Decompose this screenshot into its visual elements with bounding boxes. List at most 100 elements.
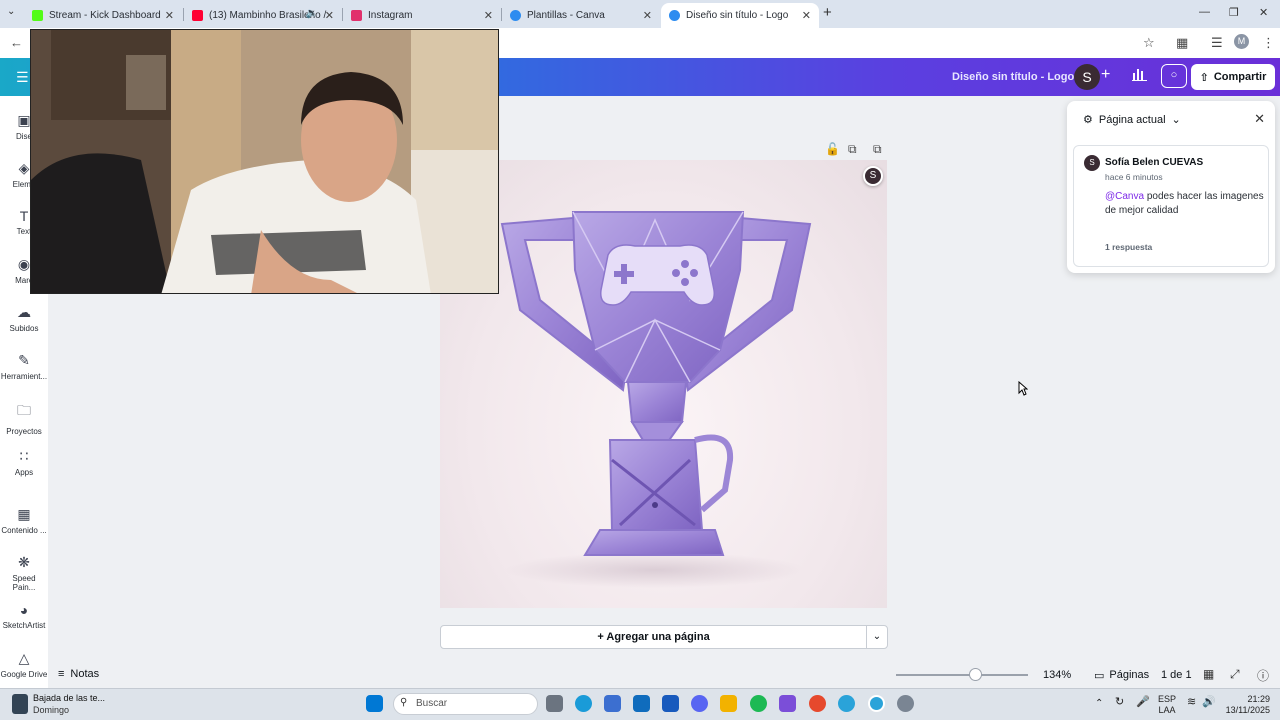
comments-panel: ⚙ Página actual ⌄ ✕ S Sofía Belen CUEVAS… xyxy=(1067,101,1275,273)
sidebar-item-label: Contenido ... xyxy=(1,526,47,535)
tab-instagram[interactable]: Instagram ✕ xyxy=(343,3,501,28)
fullscreen-icon[interactable]: ⤢ xyxy=(1230,667,1240,682)
restore-icon[interactable]: ❐ xyxy=(1229,6,1239,19)
comment-timestamp: hace 6 minutos xyxy=(1105,172,1163,182)
sidebar-item-apps[interactable]: ∷ Apps xyxy=(0,448,48,477)
news-widget-icon[interactable] xyxy=(12,694,28,714)
add-page-icon[interactable]: ⧉ xyxy=(873,142,882,157)
news-headline[interactable]: Bajada de las te... xyxy=(33,693,105,703)
file-explorer-icon[interactable] xyxy=(720,695,737,712)
sidebar-item-sketch-artist[interactable]: ◕ SketchArtist xyxy=(0,602,48,630)
sidebar-item-label: Proyectos xyxy=(6,427,42,436)
keyboard-layout: LAA xyxy=(1158,705,1176,715)
taskbar-search[interactable]: Buscar xyxy=(393,693,538,715)
webcam-feed-image xyxy=(31,30,498,293)
sidebar-item-tools[interactable]: ✎ Herramient... xyxy=(0,352,48,381)
telegram-icon[interactable] xyxy=(838,695,855,712)
comments-icon[interactable]: ○ xyxy=(1161,64,1187,88)
close-icon[interactable]: ✕ xyxy=(1254,111,1265,127)
m365-icon[interactable] xyxy=(779,695,796,712)
mention-link[interactable]: @Canva xyxy=(1105,191,1144,202)
tab-kick[interactable]: Stream - Kick Dashboard ✕ xyxy=(24,3,182,28)
analytics-icon[interactable] xyxy=(1132,67,1147,84)
sketch-artist-icon: ◕ xyxy=(19,602,29,618)
sidebar-item-google-drive[interactable]: △ Google Drive xyxy=(0,650,48,679)
tray-chevron-icon[interactable]: ⌃ xyxy=(1095,698,1103,709)
sidebar-item-label: Speed Pain... xyxy=(12,574,36,592)
language-code: ESP xyxy=(1158,694,1177,704)
browser-menu-icon[interactable]: ⋮ xyxy=(1262,35,1275,51)
spotify-icon[interactable] xyxy=(750,695,767,712)
back-icon[interactable]: ← xyxy=(10,35,23,50)
window-close-icon[interactable]: ✕ xyxy=(1259,6,1268,19)
chevron-down-icon[interactable]: ⌄ xyxy=(866,625,888,649)
close-icon[interactable]: ✕ xyxy=(802,9,811,22)
sync-icon[interactable]: ↻ xyxy=(1115,697,1124,708)
microphone-icon[interactable]: 🎤 xyxy=(1136,697,1150,708)
sidebar-item-speed-paint[interactable]: ❋ Speed Pain... xyxy=(0,554,48,592)
sidebar-item-label: Herramient... xyxy=(0,372,48,381)
sidebar-item-projects[interactable]: 🗀 Proyectos xyxy=(0,400,48,436)
task-view-icon[interactable] xyxy=(546,695,563,712)
add-collaborator-icon[interactable]: + xyxy=(1101,66,1110,84)
store-icon[interactable] xyxy=(604,695,621,712)
tab-youtube[interactable]: (13) Mambinho Brasileño / 🔈 ✕ xyxy=(184,3,342,28)
zoom-level[interactable]: 134% xyxy=(1043,669,1071,681)
chrome-active-icon[interactable] xyxy=(868,695,885,712)
language-indicator[interactable]: ESP LAA xyxy=(1158,694,1176,716)
document-title[interactable]: Diseño sin título - Logo xyxy=(952,71,1074,83)
extensions-icon[interactable]: ▦ xyxy=(1176,35,1188,51)
page-collaborator-avatar[interactable]: S xyxy=(863,166,883,186)
volume-icon[interactable]: 🔊 xyxy=(1202,697,1216,708)
tab-canva-templates[interactable]: Plantillas - Canva ✕ xyxy=(502,3,660,28)
new-tab-button[interactable]: + xyxy=(823,4,832,21)
obs-icon[interactable] xyxy=(897,695,914,712)
close-icon[interactable]: ✕ xyxy=(484,9,493,22)
word-icon[interactable] xyxy=(662,695,679,712)
clock-date: 13/11/2025 xyxy=(1225,705,1270,715)
comments-filter[interactable]: ⚙ Página actual ⌄ xyxy=(1083,113,1181,127)
pages-label: Páginas xyxy=(1109,669,1150,681)
discord-icon[interactable] xyxy=(691,695,708,712)
tab-canva-design[interactable]: Diseño sin título - Logo ✕ xyxy=(661,3,819,28)
speaker-icon[interactable]: 🔈 xyxy=(306,8,318,19)
zoom-slider[interactable] xyxy=(896,674,1028,676)
browser-profile-avatar[interactable]: M xyxy=(1234,34,1249,49)
share-button[interactable]: ⇧ Compartir xyxy=(1191,64,1275,90)
wifi-icon[interactable]: ≋ xyxy=(1187,697,1196,708)
pages-button[interactable]: ▭ Páginas xyxy=(1094,669,1149,682)
comment-thread[interactable]: S Sofía Belen CUEVAS hace 6 minutos @Can… xyxy=(1073,145,1269,267)
zoom-slider-handle[interactable] xyxy=(968,668,982,681)
duplicate-page-icon[interactable]: ⧉ xyxy=(848,142,857,157)
help-icon[interactable]: ⓘ xyxy=(1257,667,1269,684)
pages-icon: ▭ xyxy=(1094,670,1105,682)
lock-icon[interactable]: 🔓 xyxy=(825,142,840,156)
sidebar-item-label: Apps xyxy=(14,468,34,477)
minimize-icon[interactable]: — xyxy=(1199,6,1210,18)
hamburger-menu-icon[interactable]: ☰ xyxy=(16,69,29,86)
tab-search-icon[interactable]: ⌄ xyxy=(7,6,15,17)
close-icon[interactable]: ✕ xyxy=(325,9,334,22)
user-avatar[interactable]: S xyxy=(1074,64,1100,90)
sidebar-item-content[interactable]: ▦ Contenido ... xyxy=(0,506,48,535)
edge-icon[interactable] xyxy=(575,695,592,712)
grid-view-icon[interactable]: ▦ xyxy=(1203,667,1214,681)
close-icon[interactable]: ✕ xyxy=(165,9,174,22)
close-icon[interactable]: ✕ xyxy=(643,9,652,22)
sidebar-item-uploads[interactable]: ☁ Subidos xyxy=(0,304,48,333)
webcam-overlay xyxy=(30,29,499,294)
add-page-button[interactable]: + Agregar una página xyxy=(440,625,867,649)
design-page[interactable] xyxy=(440,160,887,608)
clock[interactable]: 21:29 13/11/2025 xyxy=(1222,694,1270,716)
trophy-image xyxy=(500,211,812,588)
outlook-icon[interactable] xyxy=(633,695,650,712)
replies-link[interactable]: 1 respuesta xyxy=(1105,242,1152,252)
content-icon: ▦ xyxy=(17,506,31,522)
media-control-icon[interactable]: ☰ xyxy=(1211,35,1223,51)
start-button-icon[interactable] xyxy=(366,695,383,712)
chrome-icon[interactable] xyxy=(809,695,826,712)
browser-tab-strip: ⌄ Stream - Kick Dashboard ✕ (13) Mambinh… xyxy=(0,0,1280,28)
bookmark-star-icon[interactable]: ☆ xyxy=(1143,35,1155,51)
tab-title: Diseño sin título - Logo xyxy=(686,10,789,21)
notes-button[interactable]: ≡ Notas xyxy=(58,668,99,680)
